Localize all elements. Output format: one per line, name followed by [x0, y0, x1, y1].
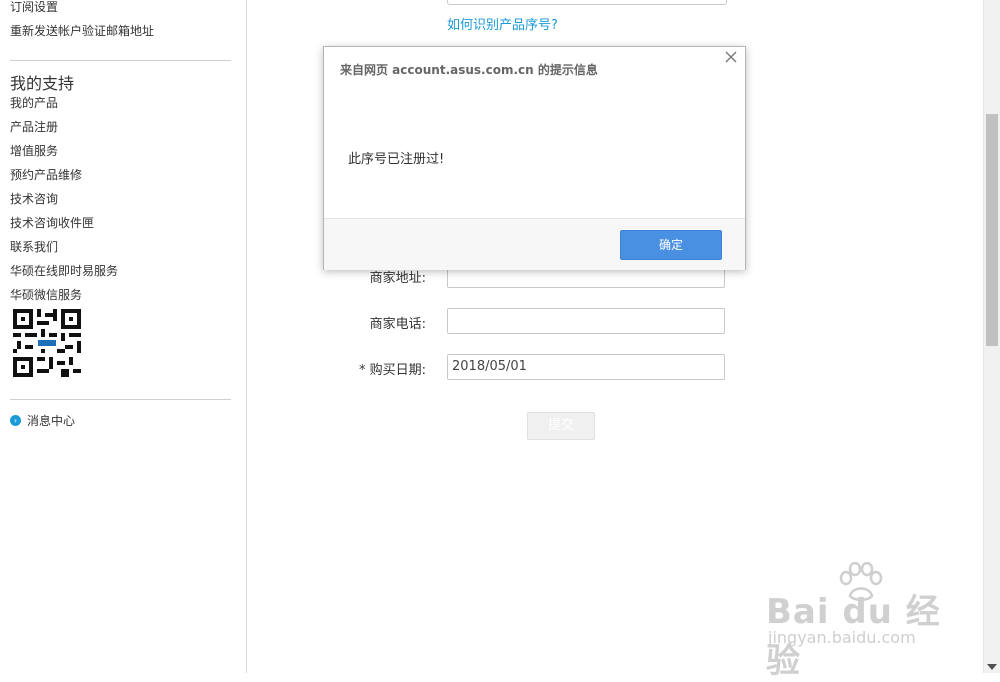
sidebar: 订阅设置 重新发送帐户验证邮箱地址 我的支持 我的产品 产品注册 增值服务 预约…: [0, 0, 247, 673]
sidebar-item-subscription[interactable]: 订阅设置: [10, 0, 58, 15]
sidebar-item-value-added[interactable]: 增值服务: [10, 142, 58, 159]
watermark-url: jingyan.baidu.com: [768, 628, 916, 647]
sidebar-item-contact-us[interactable]: 联系我们: [10, 238, 58, 255]
dialog-title: 来自网页 account.asus.com.cn 的提示信息: [340, 63, 598, 77]
purchase-date-input[interactable]: 2018/05/01: [447, 354, 725, 380]
sidebar-item-tech-consult[interactable]: 技术咨询: [10, 190, 58, 207]
dialog-footer: 确定: [324, 218, 745, 270]
qr-code-icon: [13, 309, 81, 377]
alert-dialog: 来自网页 account.asus.com.cn 的提示信息 此序号已注册过! …: [323, 46, 746, 270]
serial-number-input[interactable]: [447, 0, 727, 5]
sidebar-item-product-registration[interactable]: 产品注册: [10, 118, 58, 135]
merchant-phone-input[interactable]: [447, 308, 725, 334]
dialog-message: 此序号已注册过!: [348, 152, 445, 167]
scroll-down-icon[interactable]: [987, 664, 997, 670]
baidu-jingyan-watermark: Bai du 经验 jingyan.baidu.com: [760, 562, 960, 681]
sidebar-divider: [10, 399, 231, 400]
merchant-phone-label: 商家电话:: [369, 317, 426, 332]
sidebar-divider: [10, 60, 231, 61]
serial-help-link[interactable]: 如何识别产品序号?: [447, 14, 558, 33]
arrow-right-icon: ›: [10, 415, 21, 426]
sidebar-item-wechat-service[interactable]: 华硕微信服务: [10, 286, 82, 303]
sidebar-item-my-products[interactable]: 我的产品: [10, 94, 58, 111]
sidebar-heading-support: 我的支持: [10, 74, 75, 93]
submit-button[interactable]: 提交: [527, 412, 595, 440]
close-icon[interactable]: [723, 50, 739, 66]
sidebar-item-tech-inbox[interactable]: 技术咨询收件匣: [10, 214, 94, 231]
sidebar-item-resend-verification[interactable]: 重新发送帐户验证邮箱地址: [10, 22, 154, 39]
purchase-date-label: * 购买日期:: [358, 363, 426, 378]
page-scrollbar[interactable]: [983, 0, 1000, 673]
sidebar-item-repair-booking[interactable]: 预约产品维修: [10, 166, 82, 183]
scrollbar-thumb[interactable]: [986, 114, 998, 346]
ok-button[interactable]: 确定: [620, 230, 722, 260]
message-center-link[interactable]: › 消息中心: [10, 412, 75, 429]
message-center-label: 消息中心: [27, 414, 76, 428]
sidebar-item-online-service[interactable]: 华硕在线即时易服务: [10, 262, 118, 279]
